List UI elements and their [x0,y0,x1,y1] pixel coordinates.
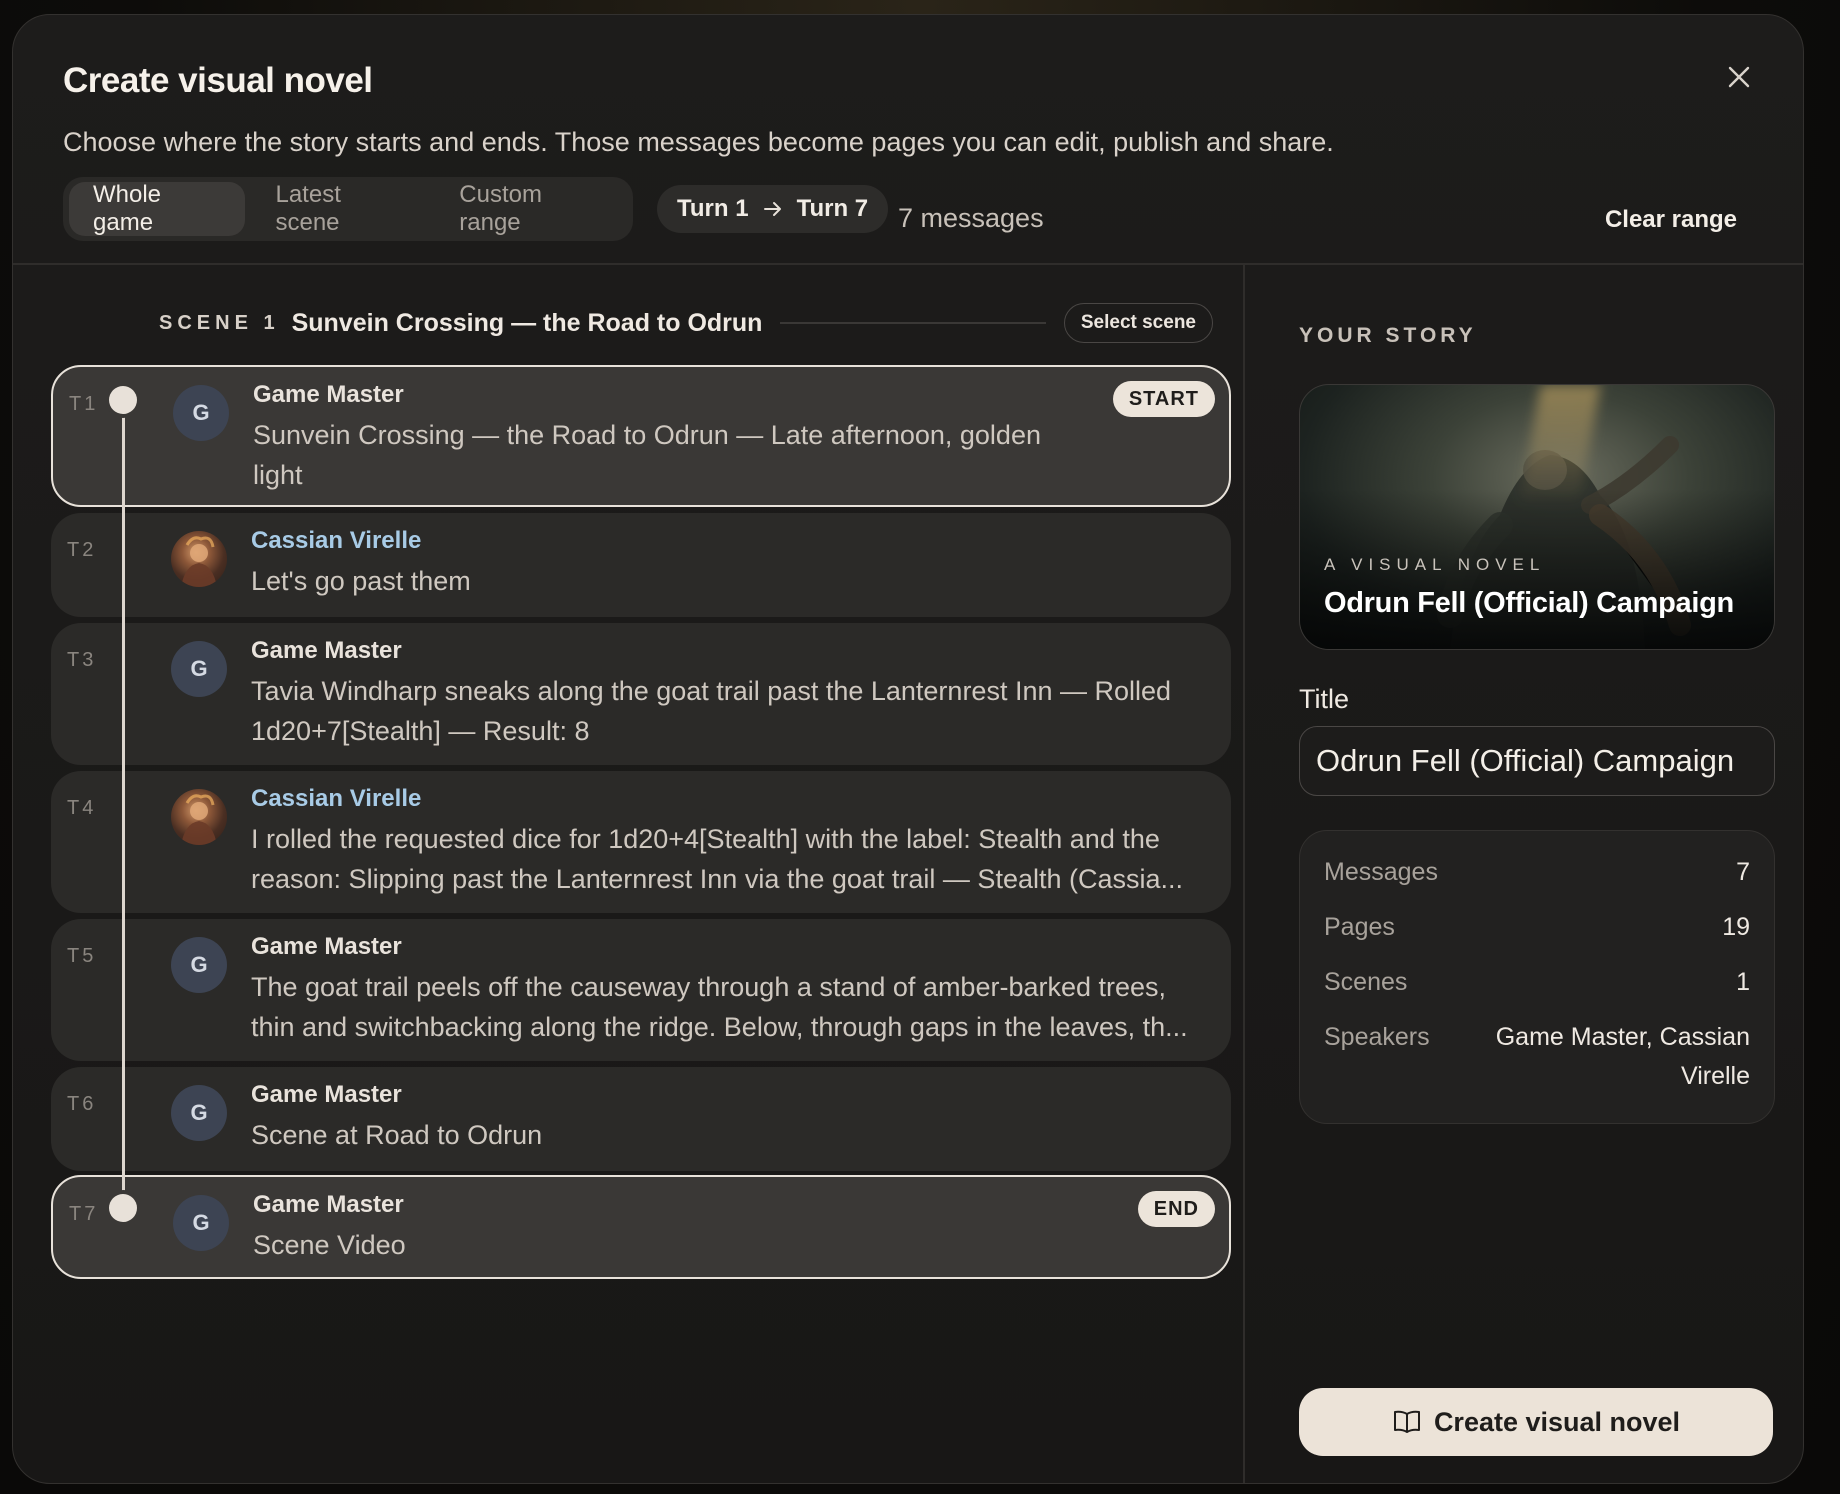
turn-label: T2 [67,539,97,561]
cover-kicker: A VISUAL NOVEL [1324,555,1546,574]
turn-row[interactable]: T6 G Game Master Scene at Road to Odrun [51,1067,1231,1171]
title-input[interactable] [1299,726,1775,796]
create-button-label: Create visual novel [1433,1406,1681,1437]
scene-divider [780,322,1046,324]
clear-range-button[interactable]: Clear range [1605,206,1737,234]
book-open-icon [1393,1410,1420,1433]
speaker-name: Cassian Virelle [251,785,422,812]
message-text: Scene at Road to Odrun [251,1120,543,1150]
turn-row[interactable]: T5 G Game Master The goat trail peels of… [51,919,1231,1061]
speaker-name: Cassian Virelle [251,527,422,554]
speaker-name: Game Master [251,637,402,664]
close-icon [1728,66,1750,88]
avatar: G [171,641,227,697]
stat-row: Pages 19 [1324,908,1750,947]
avatar [171,531,227,587]
speaker-name: Game Master [253,381,404,408]
speaker-name: Game Master [251,933,402,960]
turn-row[interactable]: T7 G Game Master Scene Video END [51,1175,1231,1279]
avatar [171,789,227,845]
turn-row[interactable]: T1 G Game Master Sunvein Crossing — the … [51,365,1231,507]
stat-row: Scenes 1 [1324,963,1750,1002]
turn-label: T6 [67,1093,97,1115]
turn-label: T4 [67,797,97,819]
message-text: Tavia Windharp sneaks along the goat tra… [251,676,1172,746]
mode-whole-game[interactable]: Whole game [69,181,246,236]
dialog-subtitle: Choose where the story starts and ends. … [63,127,1334,157]
stat-row: Messages 7 [1324,853,1750,892]
stat-key: Scenes [1324,968,1408,996]
arrow-right-icon [763,202,781,216]
range-timeline [122,400,125,1208]
range-end-handle[interactable] [109,1194,137,1222]
message-text: Sunvein Crossing — the Road to Odrun — L… [253,420,1041,490]
select-scene-button[interactable]: Select scene [1063,303,1213,343]
stat-value: Game Master, Cassian Virelle [1495,1023,1750,1090]
stat-key: Pages [1324,913,1395,941]
message-text: Scene Video [253,1230,406,1260]
speaker-name: Game Master [251,1081,402,1108]
scene-name: Sunvein Crossing — the Road to Odrun [291,308,763,337]
turn-row[interactable]: T3 G Game Master Tavia Windharp sneaks a… [51,623,1231,765]
create-visual-novel-button[interactable]: Create visual novel [1299,1388,1773,1456]
avatar: G [171,1085,227,1141]
message-text: I rolled the requested dice for 1d20+4[S… [251,824,1184,894]
character-portrait-icon [181,794,217,845]
avatar: G [173,1195,229,1251]
stat-value: 1 [1736,968,1750,996]
avatar: G [173,385,229,441]
end-badge: END [1137,1191,1215,1227]
turn-row[interactable]: T2 Cassian Virelle Let's go past them [51,513,1231,617]
message-count: 7 messages [898,203,1044,233]
create-visual-novel-dialog: Create visual novel Choose where the sto… [12,14,1804,1484]
stat-value: 7 [1736,858,1750,886]
story-stats: Messages 7 Pages 19 Scenes 1 Speakers Ga… [1299,830,1775,1124]
header-divider [13,263,1803,265]
range-summary-pill[interactable]: Turn 1 Turn 7 [657,185,889,233]
turn-label: T1 [69,393,99,415]
stat-key: Messages [1324,858,1438,886]
character-portrait-icon [181,536,217,587]
range-start-label: Turn 1 [677,195,749,222]
cover-title: Odrun Fell (Official) Campaign [1324,587,1734,619]
story-heading: YOUR STORY [1299,324,1477,347]
turn-label: T3 [67,649,97,671]
scene-header: SCENE 1 Sunvein Crossing — the Road to O… [159,303,1213,343]
turn-label: T5 [67,945,97,967]
range-start-handle[interactable] [109,386,137,414]
title-label: Title [1299,684,1350,714]
scene-tag: SCENE 1 [159,311,280,334]
column-divider [1243,264,1245,1483]
avatar: G [171,937,227,993]
stat-key: Speakers [1324,1023,1430,1051]
speaker-name: Game Master [253,1191,404,1218]
stat-value: 19 [1722,913,1750,941]
turn-row[interactable]: T4 Cassian Virelle I rolled the requeste… [51,771,1231,913]
range-mode-segmented-control: Whole game Latest scene Custom range [63,177,633,241]
cover-preview: A VISUAL NOVEL Odrun Fell (Official) Cam… [1299,384,1775,650]
stat-row: Speakers Game Master, Cassian Virelle [1324,1018,1750,1096]
mode-custom-range[interactable]: Custom range [435,181,627,236]
mode-latest-scene[interactable]: Latest scene [251,181,429,236]
start-badge: START [1112,381,1215,417]
range-end-label: Turn 7 [796,195,869,222]
dialog-title: Create visual novel [63,61,373,100]
close-button[interactable] [1717,55,1761,99]
message-text: Let's go past them [251,566,471,596]
turn-label: T7 [69,1203,99,1225]
message-text: The goat trail peels off the causeway th… [251,972,1188,1042]
